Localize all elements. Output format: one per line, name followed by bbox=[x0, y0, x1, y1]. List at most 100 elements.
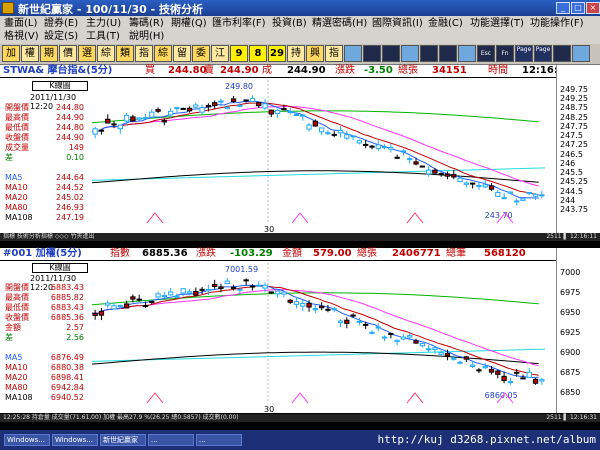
info-row: 收盤價 6885.36 bbox=[2, 313, 84, 322]
close-button[interactable]: × bbox=[586, 2, 600, 14]
axis-tick: 6850 bbox=[560, 388, 581, 397]
quote-bar-taiex: #001 加權(5分) 指數 6885.36 漲跌 -103.29 金額 579… bbox=[0, 248, 556, 260]
taskbar-item[interactable]: Windows... bbox=[52, 434, 98, 446]
toolbar-button[interactable]: 8 bbox=[249, 45, 267, 62]
toolbar-button[interactable]: 期 bbox=[40, 45, 58, 62]
status-right: 2511 ▌ 12:16:31 bbox=[546, 414, 597, 421]
candle-body bbox=[413, 161, 419, 165]
toolbar-button[interactable]: 價 bbox=[59, 45, 77, 62]
toolbar-button[interactable]: Page bbox=[534, 45, 552, 62]
toolbar-button[interactable]: 指 bbox=[135, 45, 153, 62]
candle-body bbox=[495, 192, 501, 197]
toolbar-button[interactable]: 委 bbox=[192, 45, 210, 62]
toolbar-button[interactable]: 9 bbox=[230, 45, 248, 62]
ma108-line bbox=[91, 351, 539, 365]
candle-body bbox=[92, 312, 98, 316]
toolbar-button[interactable]: 興 bbox=[306, 45, 324, 62]
toolbar-button[interactable] bbox=[439, 45, 457, 62]
menu-item[interactable]: 證券(E) bbox=[44, 18, 78, 30]
candle-body bbox=[375, 144, 381, 149]
candle-body bbox=[312, 120, 319, 127]
menu-item[interactable]: 籌碼(R) bbox=[129, 18, 164, 30]
toolbar-button[interactable]: 類 bbox=[116, 45, 134, 62]
candle-body bbox=[419, 165, 425, 168]
taskbar-item[interactable]: 新世紀贏家 bbox=[100, 434, 146, 446]
menu-item[interactable]: 主力(U) bbox=[86, 18, 121, 30]
menu-item[interactable]: 投資(B) bbox=[272, 18, 307, 30]
menu-item[interactable]: 功能選擇(T) bbox=[470, 18, 524, 30]
candle-body bbox=[526, 371, 532, 378]
taskbar-item[interactable]: Windows... bbox=[4, 434, 50, 446]
toolbar-button[interactable]: 留 bbox=[173, 45, 191, 62]
toolbar-button[interactable]: 江 bbox=[211, 45, 229, 62]
symbol-label: #001 加權(5分) bbox=[3, 248, 82, 259]
toolbar-button[interactable] bbox=[344, 45, 362, 62]
toolbar-button[interactable]: 持 bbox=[287, 45, 305, 62]
toolbar-button[interactable]: 加 bbox=[2, 45, 20, 62]
toolbar-button[interactable] bbox=[363, 45, 381, 62]
toolbar-button[interactable]: 權 bbox=[21, 45, 39, 62]
toolbar-button[interactable] bbox=[420, 45, 438, 62]
toolbar-button[interactable] bbox=[458, 45, 476, 62]
candle-body bbox=[306, 124, 312, 130]
menu-item[interactable]: 說明(H) bbox=[129, 31, 164, 43]
menu-item[interactable]: 格視(V) bbox=[4, 31, 39, 43]
candle-body bbox=[425, 348, 432, 351]
menu-item[interactable]: 畫面(L) bbox=[4, 18, 37, 30]
candlestick-chart-taifex[interactable]: 249.80 243.70 30 K線圖 2011/11/30 12:20 開盤價 2… bbox=[0, 78, 556, 233]
axis-tick: 7000 bbox=[560, 268, 581, 277]
axis-tick: 249.25 bbox=[560, 94, 588, 104]
toolbar-button[interactable]: Fn bbox=[496, 45, 514, 62]
toolbar-button[interactable]: 綜 bbox=[97, 45, 115, 62]
candle-body bbox=[249, 285, 256, 288]
menu-item[interactable]: 金融(C) bbox=[428, 18, 463, 30]
candle-body bbox=[230, 98, 237, 102]
candle-body bbox=[98, 129, 105, 132]
menu-item[interactable]: 匯市利率(F) bbox=[212, 18, 266, 30]
menu-item[interactable]: 期權(Q) bbox=[171, 18, 207, 30]
candle-body bbox=[300, 302, 306, 307]
candle-body bbox=[249, 97, 256, 103]
toolbar-button[interactable] bbox=[382, 45, 400, 62]
candle-body bbox=[92, 128, 98, 135]
info-row: MA20 245.02 bbox=[2, 193, 84, 202]
menu-item[interactable]: 功能操作(F) bbox=[530, 18, 584, 30]
candle-body bbox=[268, 109, 274, 115]
deal-value: 244.90 bbox=[287, 65, 326, 76]
minimize-button[interactable]: _ bbox=[556, 2, 570, 14]
toolbar-button[interactable] bbox=[553, 45, 571, 62]
toolbar-button[interactable]: Esc bbox=[477, 45, 495, 62]
menu-item[interactable]: 工具(T) bbox=[86, 31, 120, 43]
toolbar-button[interactable]: 綜 bbox=[154, 45, 172, 62]
candle-body bbox=[539, 194, 545, 197]
toolbar-button[interactable] bbox=[572, 45, 590, 62]
menu-item[interactable]: 國際資訊(I) bbox=[372, 18, 423, 30]
candle-body bbox=[394, 339, 400, 343]
candle-body bbox=[407, 335, 413, 338]
status-right: 2511 ▌ 12:16:11 bbox=[546, 233, 597, 240]
candle-body bbox=[287, 110, 293, 113]
candlestick-chart-taiex[interactable]: 7001.59 6860.05 30 K線圖 2011/11/30 12:20 開盤… bbox=[0, 261, 556, 413]
trend-line bbox=[91, 348, 546, 362]
toolbar-button[interactable]: 29 bbox=[268, 45, 286, 62]
index-label: 指數 bbox=[110, 248, 130, 259]
maximize-button[interactable]: □ bbox=[571, 2, 585, 14]
candle-body bbox=[470, 364, 476, 368]
taskbar-item[interactable]: ... bbox=[148, 434, 194, 446]
x-axis-label: 30 bbox=[264, 405, 274, 413]
candle-body bbox=[212, 102, 218, 107]
menu-item[interactable]: 設定(S) bbox=[44, 31, 78, 43]
toolbar-button[interactable]: 選 bbox=[78, 45, 96, 62]
time-label: 時間 bbox=[488, 65, 508, 76]
info-row: 最高價 6885.82 bbox=[2, 293, 84, 302]
toolbar-button[interactable] bbox=[401, 45, 419, 62]
amount-value: 579.00 bbox=[313, 248, 352, 259]
info-label: 開盤價 bbox=[5, 103, 29, 112]
toolbar-button[interactable]: Page bbox=[515, 45, 533, 62]
candle-body bbox=[136, 298, 142, 301]
candle-body bbox=[98, 310, 105, 316]
axis-tick: 245.5 bbox=[560, 168, 583, 178]
menu-item[interactable]: 精選密碼(H) bbox=[312, 18, 367, 30]
taskbar-item[interactable]: ... bbox=[196, 434, 242, 446]
toolbar-button[interactable]: 指 bbox=[325, 45, 343, 62]
